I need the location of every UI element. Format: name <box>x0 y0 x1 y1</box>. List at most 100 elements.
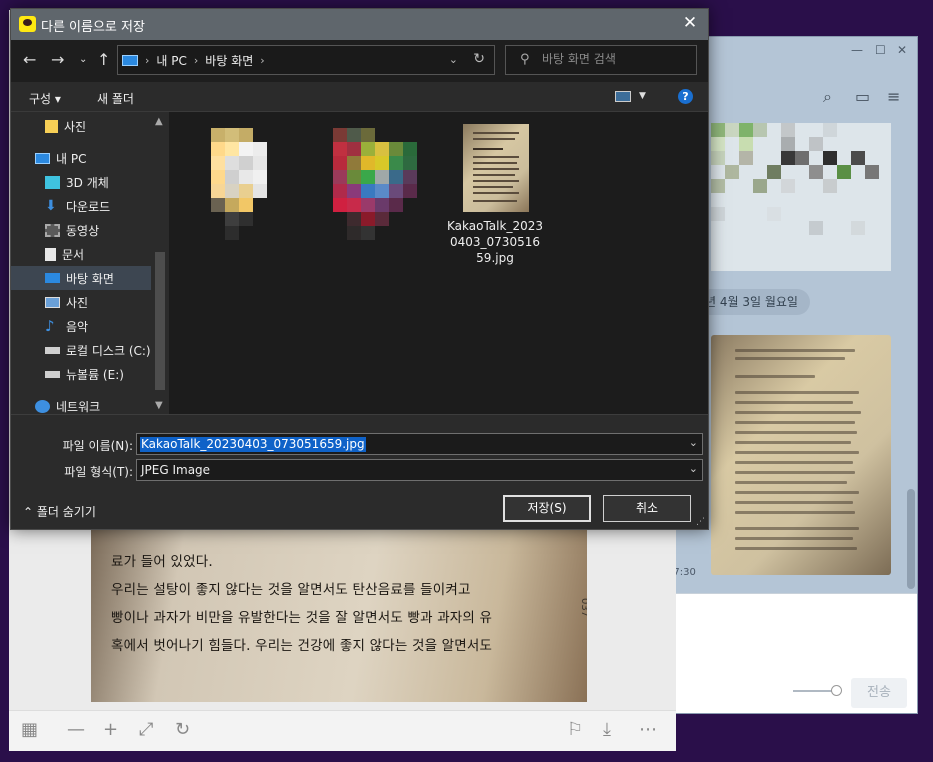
bookmark-icon[interactable]: ⚐ <box>567 719 583 740</box>
drive-icon <box>45 346 60 354</box>
nav-item-downloads[interactable]: ⬇ 다운로드 <box>11 194 151 218</box>
hide-folders-button[interactable]: ⌃ 폴더 숨기기 <box>23 503 96 520</box>
drive-icon <box>45 370 60 378</box>
filetype-value: JPEG Image <box>141 463 211 477</box>
nav-item-label: 3D 개체 <box>66 175 109 190</box>
maximize-icon[interactable]: ☐ <box>875 43 886 57</box>
file-item-thumbnail[interactable] <box>197 128 267 248</box>
chevron-down-icon[interactable]: ⌄ <box>449 53 458 66</box>
nav-item-label: 음악 <box>66 319 89 334</box>
save-as-dialog: 다른 이름으로 저장 ✕ ← → ⌄ ↑ › 내 PC › 바탕 화면 › ⌄ … <box>10 8 709 530</box>
chevron-down-icon[interactable]: ⌄ <box>689 436 698 449</box>
computer-icon <box>35 152 50 164</box>
scrollbar-thumb[interactable] <box>155 252 165 390</box>
fit-icon[interactable]: ⤢ <box>139 719 153 740</box>
scroll-up-icon[interactable]: ▲ <box>155 116 163 127</box>
document-icon <box>45 247 56 261</box>
nav-item-3d-objects[interactable]: 3D 개체 <box>11 170 151 194</box>
chevron-down-icon[interactable]: ⌄ <box>689 462 698 475</box>
chevron-right-icon: › <box>145 53 150 67</box>
drawer-icon[interactable]: ▭ <box>855 87 870 106</box>
nav-item-label: 바탕 화면 <box>66 271 114 286</box>
download-icon[interactable]: ⤓ <box>603 719 611 740</box>
search-icon[interactable]: ⌕ <box>823 87 832 107</box>
network-icon <box>35 399 50 413</box>
scroll-down-icon[interactable]: ▼ <box>155 400 163 411</box>
resize-grip-icon[interactable]: ⋰ <box>696 517 705 527</box>
nav-item-videos[interactable]: 동영상 <box>11 218 151 242</box>
nav-item-label: 네트워크 <box>56 399 101 414</box>
forward-icon[interactable]: → <box>51 50 64 69</box>
save-button[interactable]: 저장(S) <box>503 495 591 522</box>
recent-dropdown-icon[interactable]: ⌄ <box>79 54 87 65</box>
menu-icon[interactable]: ≡ <box>887 87 900 106</box>
up-icon[interactable]: ↑ <box>97 50 110 69</box>
rotate-icon[interactable]: ↻ <box>175 719 190 740</box>
filename-input[interactable]: KakaoTalk_20230403_073051659.jpg <box>140 437 366 452</box>
send-button[interactable]: 전송 <box>851 678 907 708</box>
chat-image-thumbnail[interactable] <box>711 123 891 271</box>
filename-field[interactable]: KakaoTalk_20230403_073051659.jpg ⌄ <box>136 433 703 455</box>
breadcrumb-desktop[interactable]: 바탕 화면 <box>205 52 253 69</box>
zoom-in-icon[interactable]: + <box>103 719 118 740</box>
nav-item-label: 내 PC <box>56 151 87 166</box>
photo-text-line: 빵이나 과자가 비만을 유발한다는 것을 잘 알면서도 빵과 과자의 유 <box>111 610 493 626</box>
chevron-right-icon[interactable]: › <box>260 54 264 67</box>
pc-icon <box>122 54 138 66</box>
command-bar: 구성 ▾ 새 폴더 ▼ ? <box>11 82 708 112</box>
video-icon <box>45 223 60 237</box>
viewer-toolbar: ▦ — + ⤢ ↻ ⚐ ⤓ ⋯ <box>9 710 676 751</box>
nav-item-label: 사진 <box>66 295 89 310</box>
nav-item-network[interactable]: 네트워크 <box>11 394 151 414</box>
viewer-photo: 료가 들어 있었다. 우리는 설탕이 좋지 않다는 것을 알면서도 탄산음료를 … <box>91 528 587 702</box>
filetype-select[interactable]: JPEG Image ⌄ <box>136 459 703 481</box>
dialog-footer: 파일 이름(N): KakaoTalk_20230403_073051659.j… <box>11 414 708 529</box>
photo-text-line: 우리는 설탕이 좋지 않다는 것을 알면서도 탄산음료를 들이켜고 <box>111 582 471 598</box>
search-box[interactable]: ⚲ <box>505 45 697 75</box>
nav-scrollbar[interactable]: ▲ ▼ <box>151 112 169 414</box>
nav-item-my-pc[interactable]: 내 PC <box>11 146 151 170</box>
pictures-icon <box>45 296 60 308</box>
search-icon: ⚲ <box>520 52 530 67</box>
chat-photo-message[interactable] <box>711 335 891 575</box>
nav-item-documents[interactable]: 문서 <box>11 242 151 266</box>
nav-item-label: 뉴볼륨 (E:) <box>66 367 124 382</box>
help-icon[interactable]: ? <box>678 89 693 104</box>
file-item-name[interactable]: KakaoTalk_20230403_073051659.jpg <box>447 218 543 266</box>
new-folder-button[interactable]: 새 폴더 <box>97 90 134 107</box>
folder-icon <box>45 119 58 133</box>
file-item-thumbnail[interactable] <box>463 124 529 212</box>
nav-item-local-disk-c[interactable]: 로컬 디스크 (C:) <box>11 338 151 362</box>
nav-item-desktop[interactable]: 바탕 화면 <box>11 266 151 290</box>
nav-item-pictures[interactable]: 사진 <box>11 290 151 314</box>
grid-icon[interactable]: ▦ <box>21 719 38 740</box>
back-icon[interactable]: ← <box>23 50 36 69</box>
nav-item-pictures-quick[interactable]: 사진 <box>11 114 151 138</box>
close-icon[interactable]: ✕ <box>897 43 907 57</box>
more-icon[interactable]: ⋯ <box>639 719 657 740</box>
minimize-icon[interactable]: — <box>851 43 863 57</box>
cancel-button[interactable]: 취소 <box>603 495 691 522</box>
chat-scrollbar[interactable] <box>907 489 915 589</box>
nav-item-label: 로컬 디스크 (C:) <box>66 343 151 358</box>
address-bar[interactable]: › 내 PC › 바탕 화면 › ⌄ ↻ <box>117 45 495 75</box>
chevron-right-icon: › <box>193 53 199 67</box>
desktop-icon <box>45 273 60 283</box>
close-button[interactable]: ✕ <box>680 13 700 33</box>
filetype-label: 파일 형식(T): <box>64 465 133 479</box>
dialog-titlebar[interactable]: 다른 이름으로 저장 ✕ <box>11 9 708 40</box>
nav-item-volume-e[interactable]: 뉴볼륨 (E:) <box>11 362 151 386</box>
chevron-down-icon[interactable]: ▼ <box>639 91 646 101</box>
file-item-thumbnail[interactable] <box>319 128 419 248</box>
nav-item-music[interactable]: ♪ 음악 <box>11 314 151 338</box>
zoom-out-icon[interactable]: — <box>67 719 85 740</box>
photo-text-line: 료가 들어 있었다. <box>111 554 213 570</box>
organize-button[interactable]: 구성 ▾ <box>29 90 61 107</box>
breadcrumb-my-pc[interactable]: 내 PC <box>156 52 186 69</box>
slider-knob[interactable] <box>831 685 842 696</box>
refresh-icon[interactable]: ↻ <box>473 51 485 67</box>
search-input[interactable] <box>542 52 692 66</box>
view-options-icon[interactable] <box>615 91 631 102</box>
dialog-title: 다른 이름으로 저장 <box>41 20 145 35</box>
navigation-pane: 사진 내 PC 3D 개체 ⬇ 다운로드 동영상 문서 바탕 화면 사진 ♪ 음… <box>11 112 169 414</box>
